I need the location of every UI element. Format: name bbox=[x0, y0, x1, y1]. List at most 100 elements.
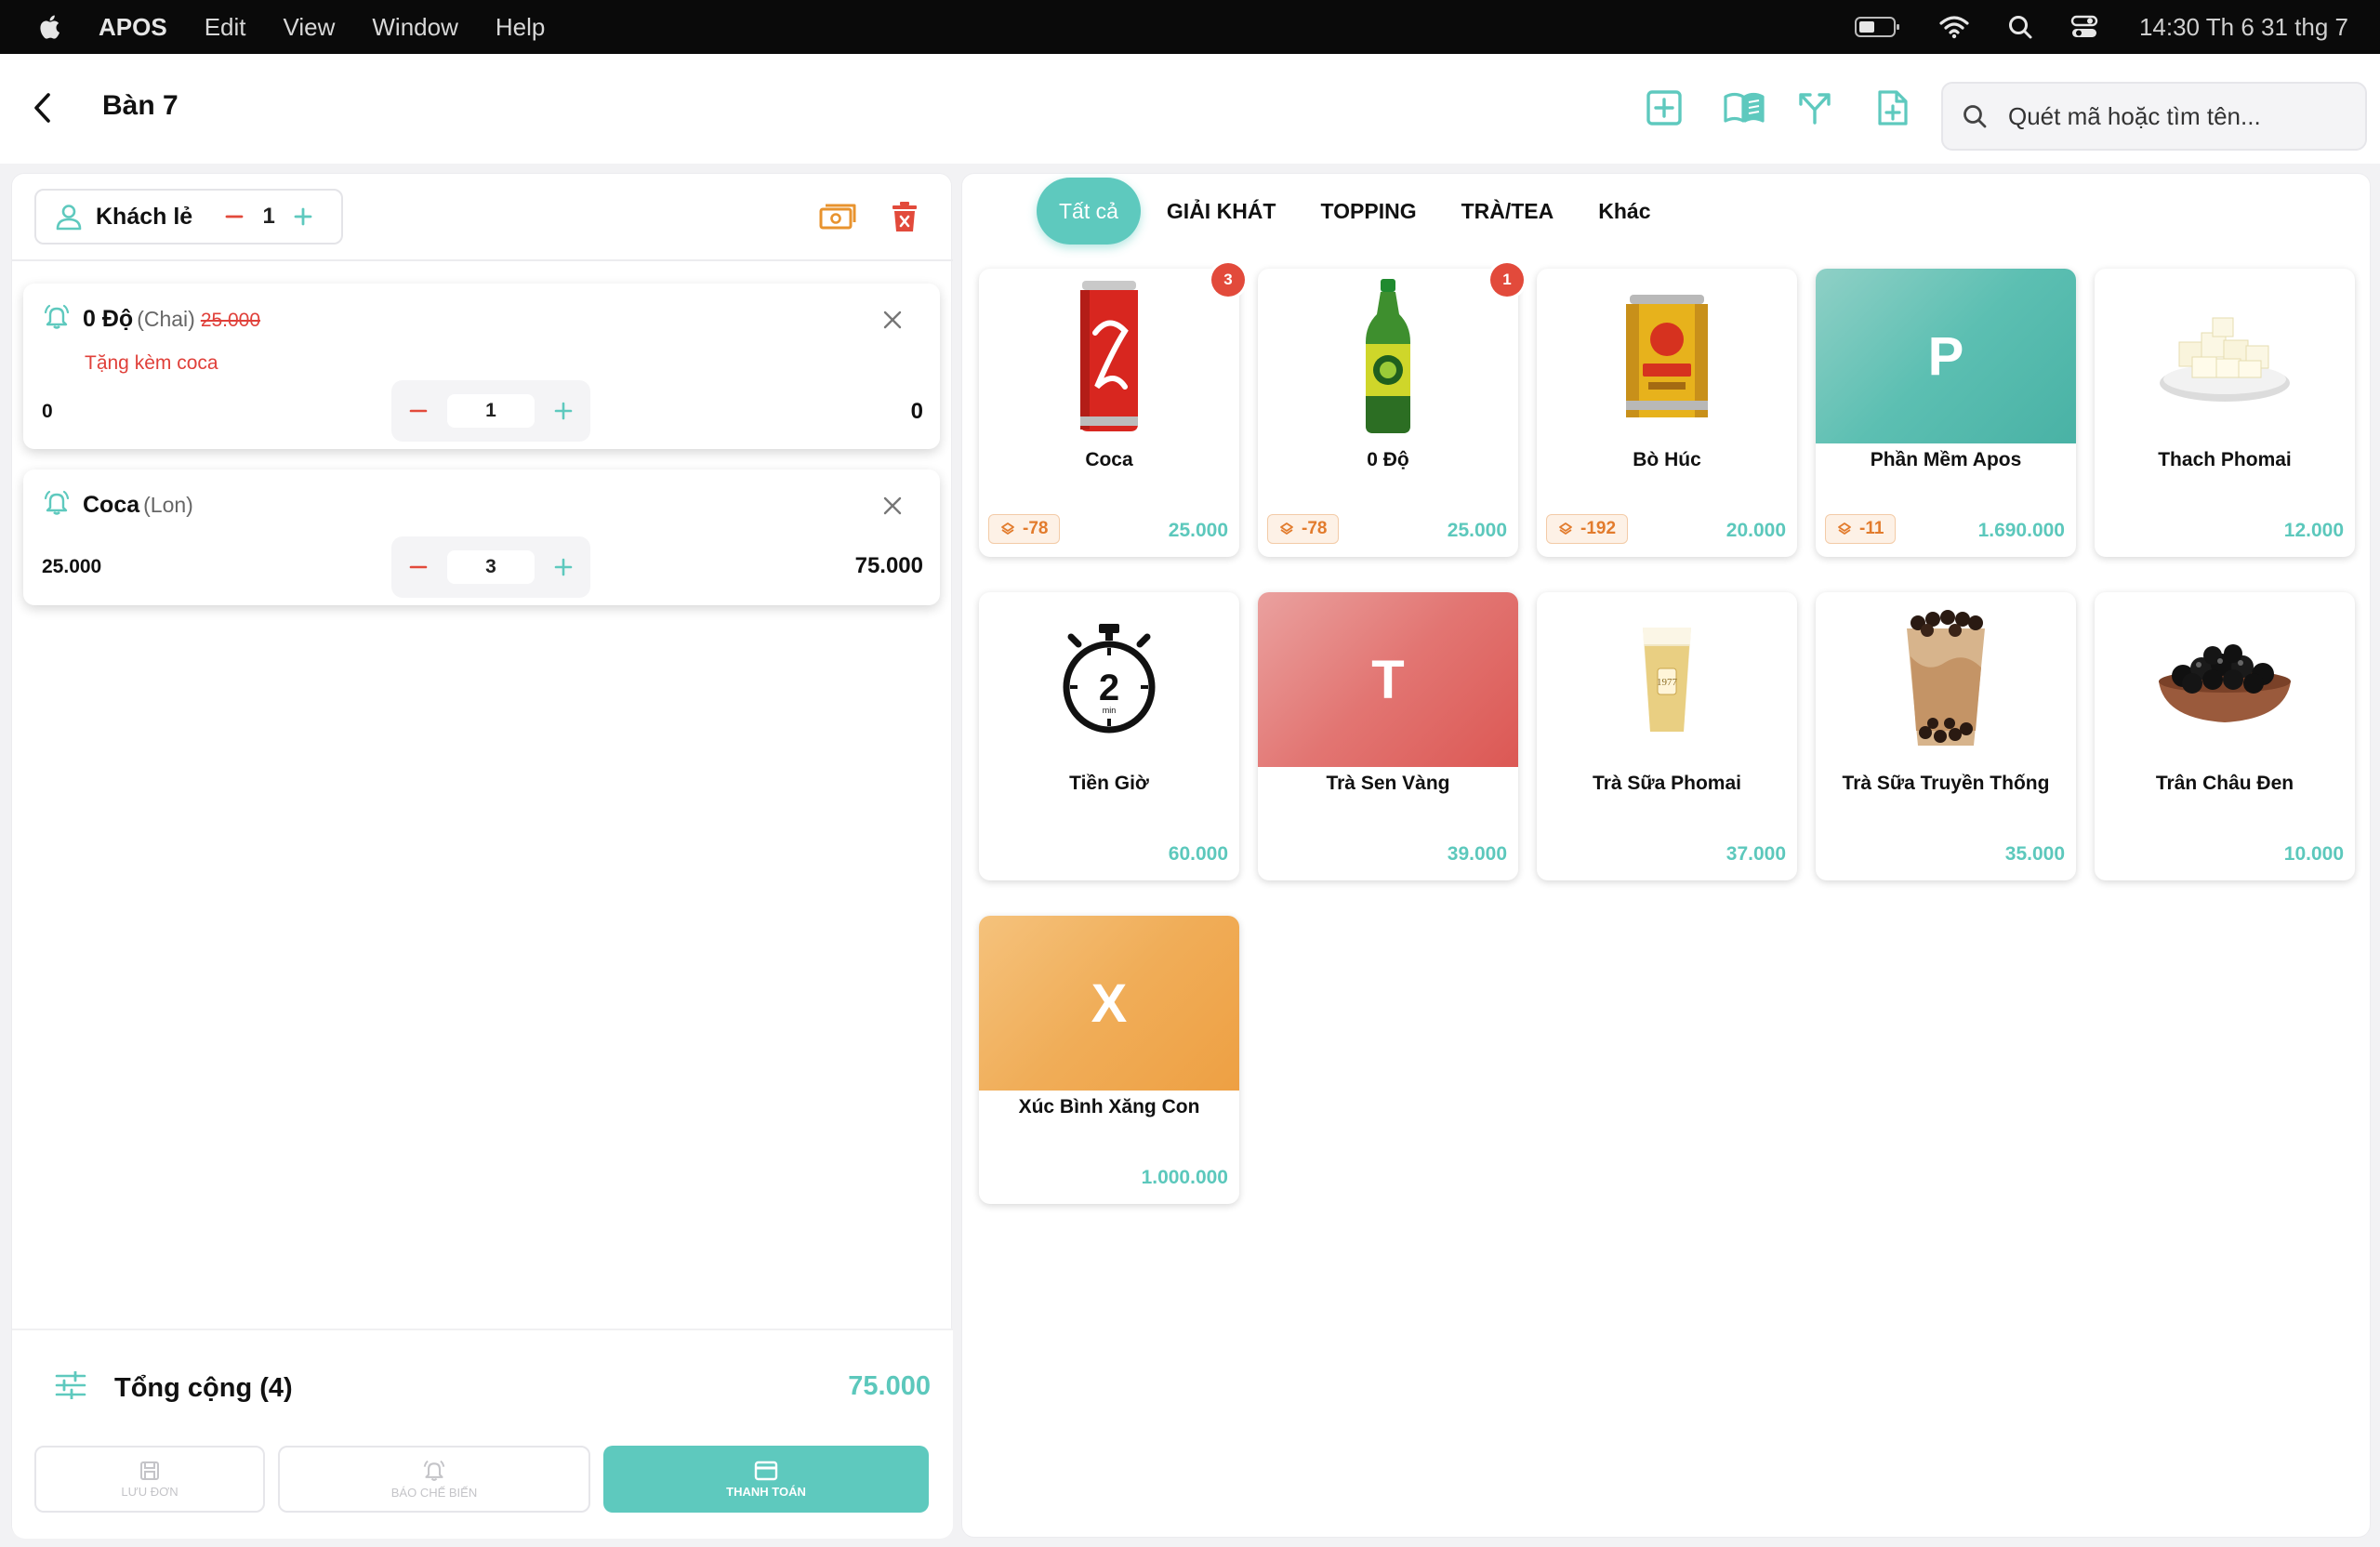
bubble-tea-cup-icon bbox=[1816, 592, 2076, 767]
close-icon bbox=[883, 496, 902, 515]
page-title: Bàn 7 bbox=[102, 90, 178, 121]
save-order-button[interactable]: LƯU ĐƠN bbox=[34, 1446, 265, 1513]
menu-help[interactable]: Help bbox=[496, 13, 545, 42]
product-name: Trà Sữa Truyền Thống bbox=[1842, 773, 2050, 794]
stock-value: -78 bbox=[1302, 519, 1328, 538]
split-table-button[interactable] bbox=[1791, 84, 1839, 132]
product-card[interactable]: Bò Húc -192 20.000 bbox=[1537, 269, 1797, 557]
tab-all[interactable]: Tất cả bbox=[1037, 178, 1141, 245]
stock-value: -11 bbox=[1859, 519, 1884, 538]
save-order-label: LƯU ĐƠN bbox=[121, 1484, 178, 1499]
guest-count: 1 bbox=[262, 204, 275, 229]
category-tabs: Tất cả GIẢI KHÁT TOPPING TRÀ/TEA Khác bbox=[1037, 176, 1696, 246]
qty-value[interactable]: 1 bbox=[447, 394, 535, 428]
top-header: Bàn 7 bbox=[0, 54, 2380, 164]
stock-badge: -11 bbox=[1825, 514, 1897, 544]
item-name: Coca bbox=[83, 492, 140, 518]
wifi-icon[interactable] bbox=[1938, 15, 1970, 39]
tab-topping[interactable]: TOPPING bbox=[1320, 199, 1416, 224]
qty-increase-button[interactable] bbox=[548, 551, 579, 583]
product-price: 39.000 bbox=[1447, 843, 1507, 865]
stock-badge: -192 bbox=[1546, 514, 1629, 544]
bell-icon[interactable] bbox=[44, 490, 70, 521]
tab-drinks[interactable]: GIẢI KHÁT bbox=[1167, 199, 1276, 224]
menu-window[interactable]: Window bbox=[372, 13, 457, 42]
customer-name[interactable]: Khách lẻ bbox=[96, 204, 192, 231]
stopwatch-number: 2 bbox=[1099, 668, 1119, 708]
product-card[interactable]: Trà Sữa Truyền Thống 35.000 bbox=[1816, 592, 2076, 880]
battery-icon[interactable] bbox=[1854, 16, 1901, 38]
product-card[interactable]: 2 min Tiền Giờ 60.000 bbox=[979, 592, 1239, 880]
product-price: 1.000.000 bbox=[1141, 1167, 1228, 1188]
product-card[interactable]: 3 Coca -78 25.000 bbox=[979, 263, 1245, 557]
layers-icon bbox=[1558, 522, 1573, 536]
product-card[interactable]: X Xúc Bình Xăng Con 1.000.000 bbox=[979, 916, 1239, 1204]
qty-increase-button[interactable] bbox=[548, 395, 579, 427]
search-box[interactable] bbox=[1941, 82, 2367, 151]
file-plus-icon bbox=[1878, 90, 1908, 126]
qty-value[interactable]: 3 bbox=[447, 550, 535, 584]
item-unit-price[interactable]: 25.000 bbox=[42, 556, 101, 578]
send-to-kitchen-button[interactable]: BÁO CHẾ BIẾN bbox=[278, 1446, 590, 1513]
order-line-item[interactable]: 0 Độ (Chai) 25.000 Tặng kèm coca 0 1 0 bbox=[23, 284, 940, 449]
minus-icon bbox=[409, 565, 428, 569]
plus-icon bbox=[554, 558, 573, 576]
guest-decrease-button[interactable] bbox=[218, 201, 250, 232]
product-card[interactable]: P Phần Mềm Apos -11 1.690.000 bbox=[1816, 269, 2076, 557]
cart-count-badge: 3 bbox=[1211, 263, 1245, 297]
menu-book-button[interactable] bbox=[1720, 84, 1768, 132]
product-card[interactable]: 1977 Trà Sữa Phomai 37.000 bbox=[1537, 592, 1797, 880]
product-card[interactable]: Trân Châu Đen 10.000 bbox=[2095, 592, 2355, 880]
product-price: 25.000 bbox=[1168, 520, 1228, 541]
credit-card-icon bbox=[754, 1461, 778, 1481]
product-card[interactable]: T Trà Sen Vàng 39.000 bbox=[1258, 592, 1518, 880]
remove-item-button[interactable] bbox=[879, 306, 906, 334]
header-divider bbox=[12, 259, 953, 261]
menu-edit[interactable]: Edit bbox=[205, 13, 246, 42]
green-tea-bottle-icon bbox=[1258, 269, 1518, 443]
product-price: 37.000 bbox=[1726, 843, 1786, 865]
adjustments-icon[interactable] bbox=[55, 1369, 86, 1404]
cash-drawer-button[interactable] bbox=[817, 198, 858, 235]
item-line-total: 75.000 bbox=[854, 553, 923, 578]
send-to-kitchen-label: BÁO CHẾ BIẾN bbox=[390, 1485, 478, 1500]
tab-other[interactable]: Khác bbox=[1598, 199, 1650, 224]
menubar-clock[interactable]: 14:30 Th 6 31 thg 7 bbox=[2139, 13, 2348, 42]
item-original-price: 25.000 bbox=[200, 310, 261, 331]
tab-tea[interactable]: TRÀ/TEA bbox=[1461, 199, 1554, 224]
product-name: 0 Độ bbox=[1367, 449, 1409, 470]
cash-icon bbox=[819, 204, 856, 230]
save-icon bbox=[139, 1461, 160, 1481]
bell-icon[interactable] bbox=[44, 304, 70, 335]
product-price: 60.000 bbox=[1168, 843, 1228, 865]
item-name: 0 Độ bbox=[83, 306, 134, 332]
qty-decrease-button[interactable] bbox=[403, 551, 434, 583]
item-unit-price[interactable]: 0 bbox=[42, 401, 53, 423]
checkout-button[interactable]: THANH TOÁN bbox=[603, 1446, 929, 1513]
quantity-stepper: 3 bbox=[391, 536, 590, 598]
product-name: Trà Sen Vàng bbox=[1326, 773, 1450, 794]
delete-order-button[interactable] bbox=[886, 198, 923, 235]
search-input[interactable] bbox=[2008, 101, 2324, 131]
back-button[interactable] bbox=[24, 89, 61, 126]
add-item-button[interactable] bbox=[1640, 84, 1688, 132]
apple-icon[interactable] bbox=[37, 13, 65, 41]
menu-view[interactable]: View bbox=[284, 13, 336, 42]
energy-drink-can-icon bbox=[1537, 269, 1797, 443]
new-document-button[interactable] bbox=[1869, 84, 1917, 132]
tapioca-bowl-icon bbox=[2095, 592, 2355, 767]
qty-decrease-button[interactable] bbox=[403, 395, 434, 427]
order-line-item[interactable]: Coca (Lon) 25.000 3 75.000 bbox=[23, 469, 940, 605]
menu-app-name[interactable]: APOS bbox=[99, 13, 167, 42]
item-line-total: 0 bbox=[910, 399, 923, 424]
control-center-icon[interactable] bbox=[2070, 14, 2098, 40]
guest-increase-button[interactable] bbox=[287, 201, 319, 232]
remove-item-button[interactable] bbox=[879, 492, 906, 520]
product-card[interactable]: 1 0 Độ -78 25.000 bbox=[1258, 263, 1524, 557]
spotlight-search-icon[interactable] bbox=[2007, 14, 2033, 40]
customer-selector[interactable]: Khách lẻ 1 bbox=[34, 189, 343, 245]
total-value: 75.000 bbox=[848, 1371, 931, 1401]
svg-text:1977: 1977 bbox=[1657, 677, 1678, 688]
product-card[interactable]: Thach Phomai 12.000 bbox=[2095, 269, 2355, 557]
item-note[interactable]: Tặng kèm coca bbox=[85, 352, 218, 375]
